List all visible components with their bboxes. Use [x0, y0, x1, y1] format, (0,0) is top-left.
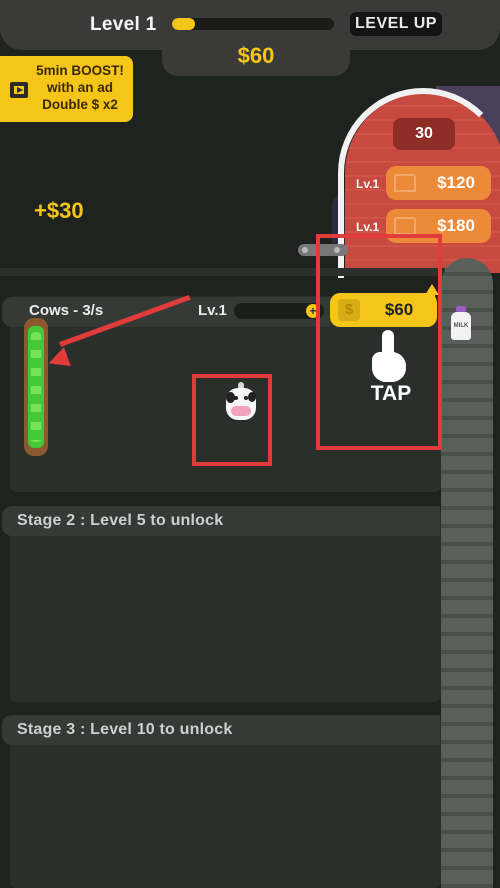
- boost-subtitle: with an ad: [46, 80, 113, 95]
- stage-3-lock-title: Stage 3 : Level 10 to unlock: [17, 721, 233, 738]
- barn-upgrade-button[interactable]: $120: [386, 166, 491, 200]
- barn-icon: [394, 174, 416, 192]
- truck-icon: [394, 217, 416, 235]
- level-label: Level 1: [90, 14, 157, 35]
- xp-progress-bar: [172, 18, 334, 30]
- truck-upgrade-level: Lv.1: [356, 220, 380, 234]
- boost-ad-button[interactable]: 5min BOOST! with an ad Double $ x2: [0, 56, 133, 122]
- barn-capacity-badge: 30: [393, 118, 455, 150]
- highlight-box-cow: [192, 374, 272, 466]
- highlight-box-buy: [316, 234, 442, 450]
- xp-progress-fill: [172, 18, 195, 30]
- video-ad-icon: [10, 82, 28, 98]
- milk-bottle: MILK: [451, 306, 471, 340]
- boost-multiplier: Double $ x2: [42, 97, 118, 112]
- conveyor-belt: [441, 258, 493, 888]
- stage-2-lock-title: Stage 2 : Level 5 to unlock: [17, 512, 224, 529]
- barn-upgrade-price: $120: [437, 173, 475, 192]
- milk-tank-fill: [28, 326, 44, 448]
- barn-upgrade-level: Lv.1: [356, 177, 380, 191]
- cows-rate: Cows - 3/s: [29, 302, 104, 319]
- milk-tank[interactable]: [24, 318, 48, 456]
- stage-1-level: Lv.1: [198, 302, 227, 319]
- level-up-button[interactable]: LEVEL UP: [350, 12, 442, 36]
- milk-bottle-label: MILK: [451, 312, 471, 340]
- floating-income: +$30: [34, 198, 84, 223]
- money-total: $60: [237, 43, 275, 68]
- boost-title: 5min BOOST!: [36, 63, 124, 78]
